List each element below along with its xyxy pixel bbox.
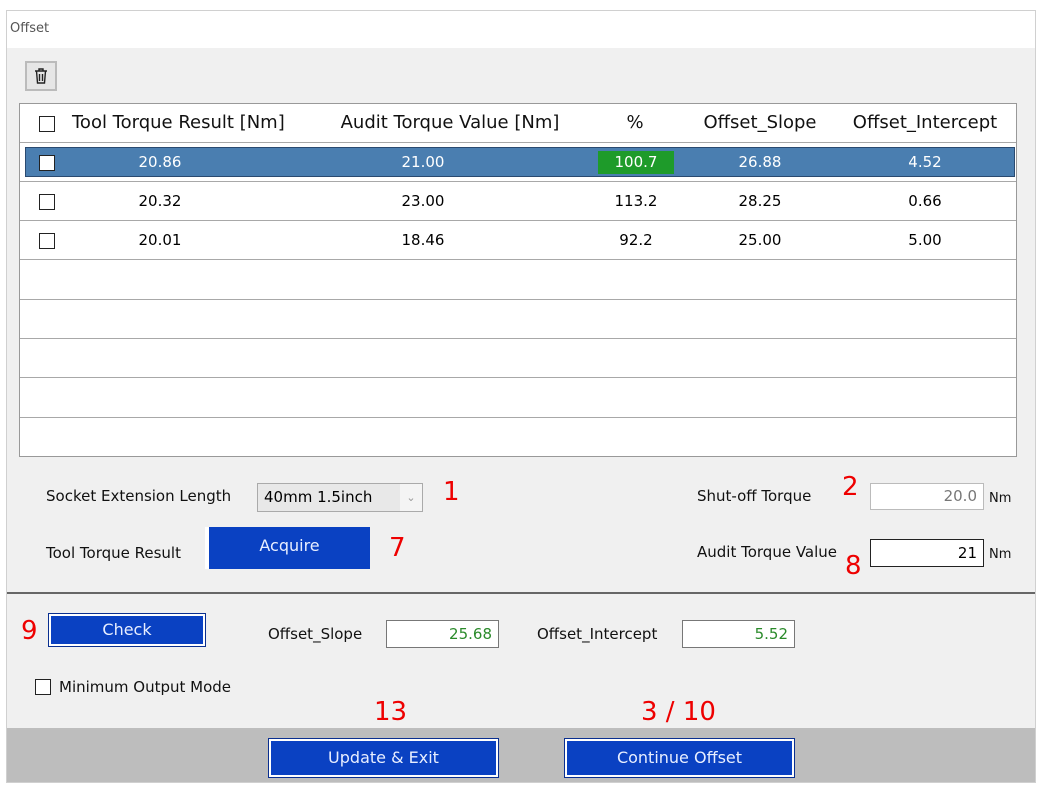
- empty-row: [20, 261, 1016, 300]
- header-tool-torque: Tool Torque Result [Nm]: [72, 112, 285, 133]
- row-checkbox[interactable]: [39, 233, 55, 249]
- annotation-7: 7: [389, 533, 406, 563]
- minimum-output-checkbox[interactable]: [35, 679, 51, 695]
- socket-extension-label: Socket Extension Length: [46, 487, 232, 505]
- offset-slope-field: 25.68: [386, 620, 499, 648]
- offset-window: Offset Tool Torque Result [Nm] Audit Tor…: [6, 10, 1036, 783]
- footer-bar: [7, 728, 1035, 782]
- cell-audit: 21.00: [401, 153, 445, 171]
- shutoff-unit: Nm: [989, 491, 1012, 506]
- cell-percent: 113.2: [614, 192, 658, 210]
- annotation-13: 13: [374, 697, 408, 727]
- offset-intercept-label: Offset_Intercept: [537, 625, 658, 643]
- offset-slope-label: Offset_Slope: [268, 625, 363, 643]
- update-exit-button[interactable]: Update & Exit: [268, 738, 499, 778]
- annotation-1: 1: [443, 477, 460, 507]
- offset-table: Tool Torque Result [Nm] Audit Torque Val…: [19, 103, 1017, 457]
- cell-tool: 20.32: [138, 192, 182, 210]
- select-all-checkbox[interactable]: [39, 116, 55, 132]
- annotation-8: 8: [845, 551, 862, 581]
- table-row[interactable]: 20.01 18.46 92.2 25.00 5.00: [20, 221, 1016, 260]
- table-header: Tool Torque Result [Nm] Audit Torque Val…: [20, 104, 1016, 143]
- socket-extension-value: 40mm 1.5inch: [264, 488, 373, 506]
- window-title: Offset: [7, 11, 1035, 48]
- cell-slope: 28.25: [738, 192, 782, 210]
- table-row[interactable]: 20.32 23.00 113.2 28.25 0.66: [20, 182, 1016, 221]
- audit-unit: Nm: [989, 547, 1012, 562]
- chevron-down-icon: ⌄: [400, 484, 422, 511]
- empty-row: [20, 300, 1016, 339]
- annotation-9: 9: [21, 616, 38, 646]
- table-row[interactable]: 20.86 21.00 100.7 26.88 4.52: [20, 143, 1016, 182]
- row-checkbox[interactable]: [39, 155, 55, 171]
- audit-torque-field[interactable]: 21: [870, 539, 984, 567]
- section-divider: [7, 592, 1035, 594]
- continue-offset-button[interactable]: Continue Offset: [564, 738, 795, 778]
- cell-slope: 26.88: [738, 153, 782, 171]
- cell-percent: 100.7: [598, 151, 674, 174]
- delete-button[interactable]: [25, 61, 57, 91]
- cell-intercept: 5.00: [908, 231, 942, 249]
- socket-extension-select[interactable]: 40mm 1.5inch ⌄: [257, 483, 423, 512]
- cell-tool: 20.01: [138, 231, 182, 249]
- header-audit-torque: Audit Torque Value [Nm]: [340, 112, 560, 133]
- minimum-output-label: Minimum Output Mode: [59, 678, 232, 696]
- shutoff-torque-label: Shut-off Torque: [697, 487, 812, 505]
- empty-row: [20, 379, 1016, 418]
- offset-intercept-field: 5.52: [682, 620, 795, 648]
- cell-percent: 92.2: [619, 231, 653, 249]
- check-button[interactable]: Check: [48, 613, 206, 647]
- header-percent: %: [626, 112, 644, 133]
- tool-torque-result-label: Tool Torque Result: [46, 544, 181, 562]
- header-offset-intercept: Offset_Intercept: [852, 112, 998, 133]
- audit-torque-label: Audit Torque Value: [697, 543, 838, 561]
- annotation-2: 2: [842, 472, 859, 502]
- cell-audit: 23.00: [401, 192, 445, 210]
- row-checkbox[interactable]: [39, 194, 55, 210]
- header-offset-slope: Offset_Slope: [703, 112, 817, 133]
- trash-icon: [35, 68, 47, 84]
- cell-slope: 25.00: [738, 231, 782, 249]
- empty-row: [20, 339, 1016, 378]
- cell-intercept: 4.52: [908, 153, 942, 171]
- shutoff-torque-field[interactable]: 20.0: [870, 483, 984, 510]
- annotation-3-10: 3 / 10: [641, 697, 716, 727]
- cell-intercept: 0.66: [908, 192, 942, 210]
- cell-tool: 20.86: [138, 153, 182, 171]
- cell-audit: 18.46: [401, 231, 445, 249]
- acquire-button[interactable]: Acquire: [209, 527, 370, 569]
